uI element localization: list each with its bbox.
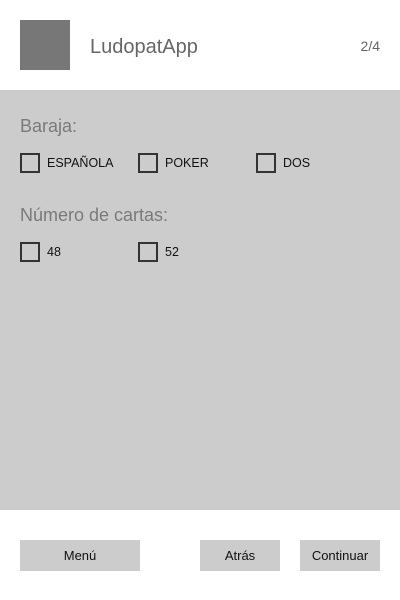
option-label: DOS: [283, 156, 311, 170]
checkbox[interactable]: [20, 242, 40, 262]
checkbox[interactable]: [20, 153, 40, 173]
app-title: LudopatApp: [90, 36, 198, 58]
checkbox[interactable]: [256, 153, 276, 173]
app-logo: [20, 20, 70, 70]
deck-section-title: Baraja:: [20, 116, 78, 136]
app-header: LudopatApp 2/4: [0, 0, 400, 90]
settings-panel: Baraja: ESPAÑOLA POKER DOS Número de car…: [0, 90, 400, 510]
option-label: POKER: [165, 156, 209, 170]
continue-button[interactable]: Continuar: [300, 540, 380, 571]
card-count-option-48[interactable]: 48: [20, 242, 61, 262]
step-indicator: 2/4: [360, 38, 380, 54]
checkbox[interactable]: [138, 153, 158, 173]
back-button[interactable]: Atrás: [200, 540, 280, 571]
option-label: 52: [165, 245, 179, 259]
checkbox[interactable]: [138, 242, 158, 262]
deck-option-poker[interactable]: POKER: [138, 153, 209, 173]
deck-option-espanola[interactable]: ESPAÑOLA: [20, 153, 113, 173]
deck-option-dos[interactable]: DOS: [256, 153, 310, 173]
card-count-option-52[interactable]: 52: [138, 242, 179, 262]
menu-button[interactable]: Menú: [20, 540, 140, 571]
option-label: 48: [47, 245, 61, 259]
option-label: ESPAÑOLA: [47, 156, 114, 170]
footer-bar: Menú Atrás Continuar: [0, 510, 400, 600]
card-count-section-title: Número de cartas:: [20, 205, 169, 225]
